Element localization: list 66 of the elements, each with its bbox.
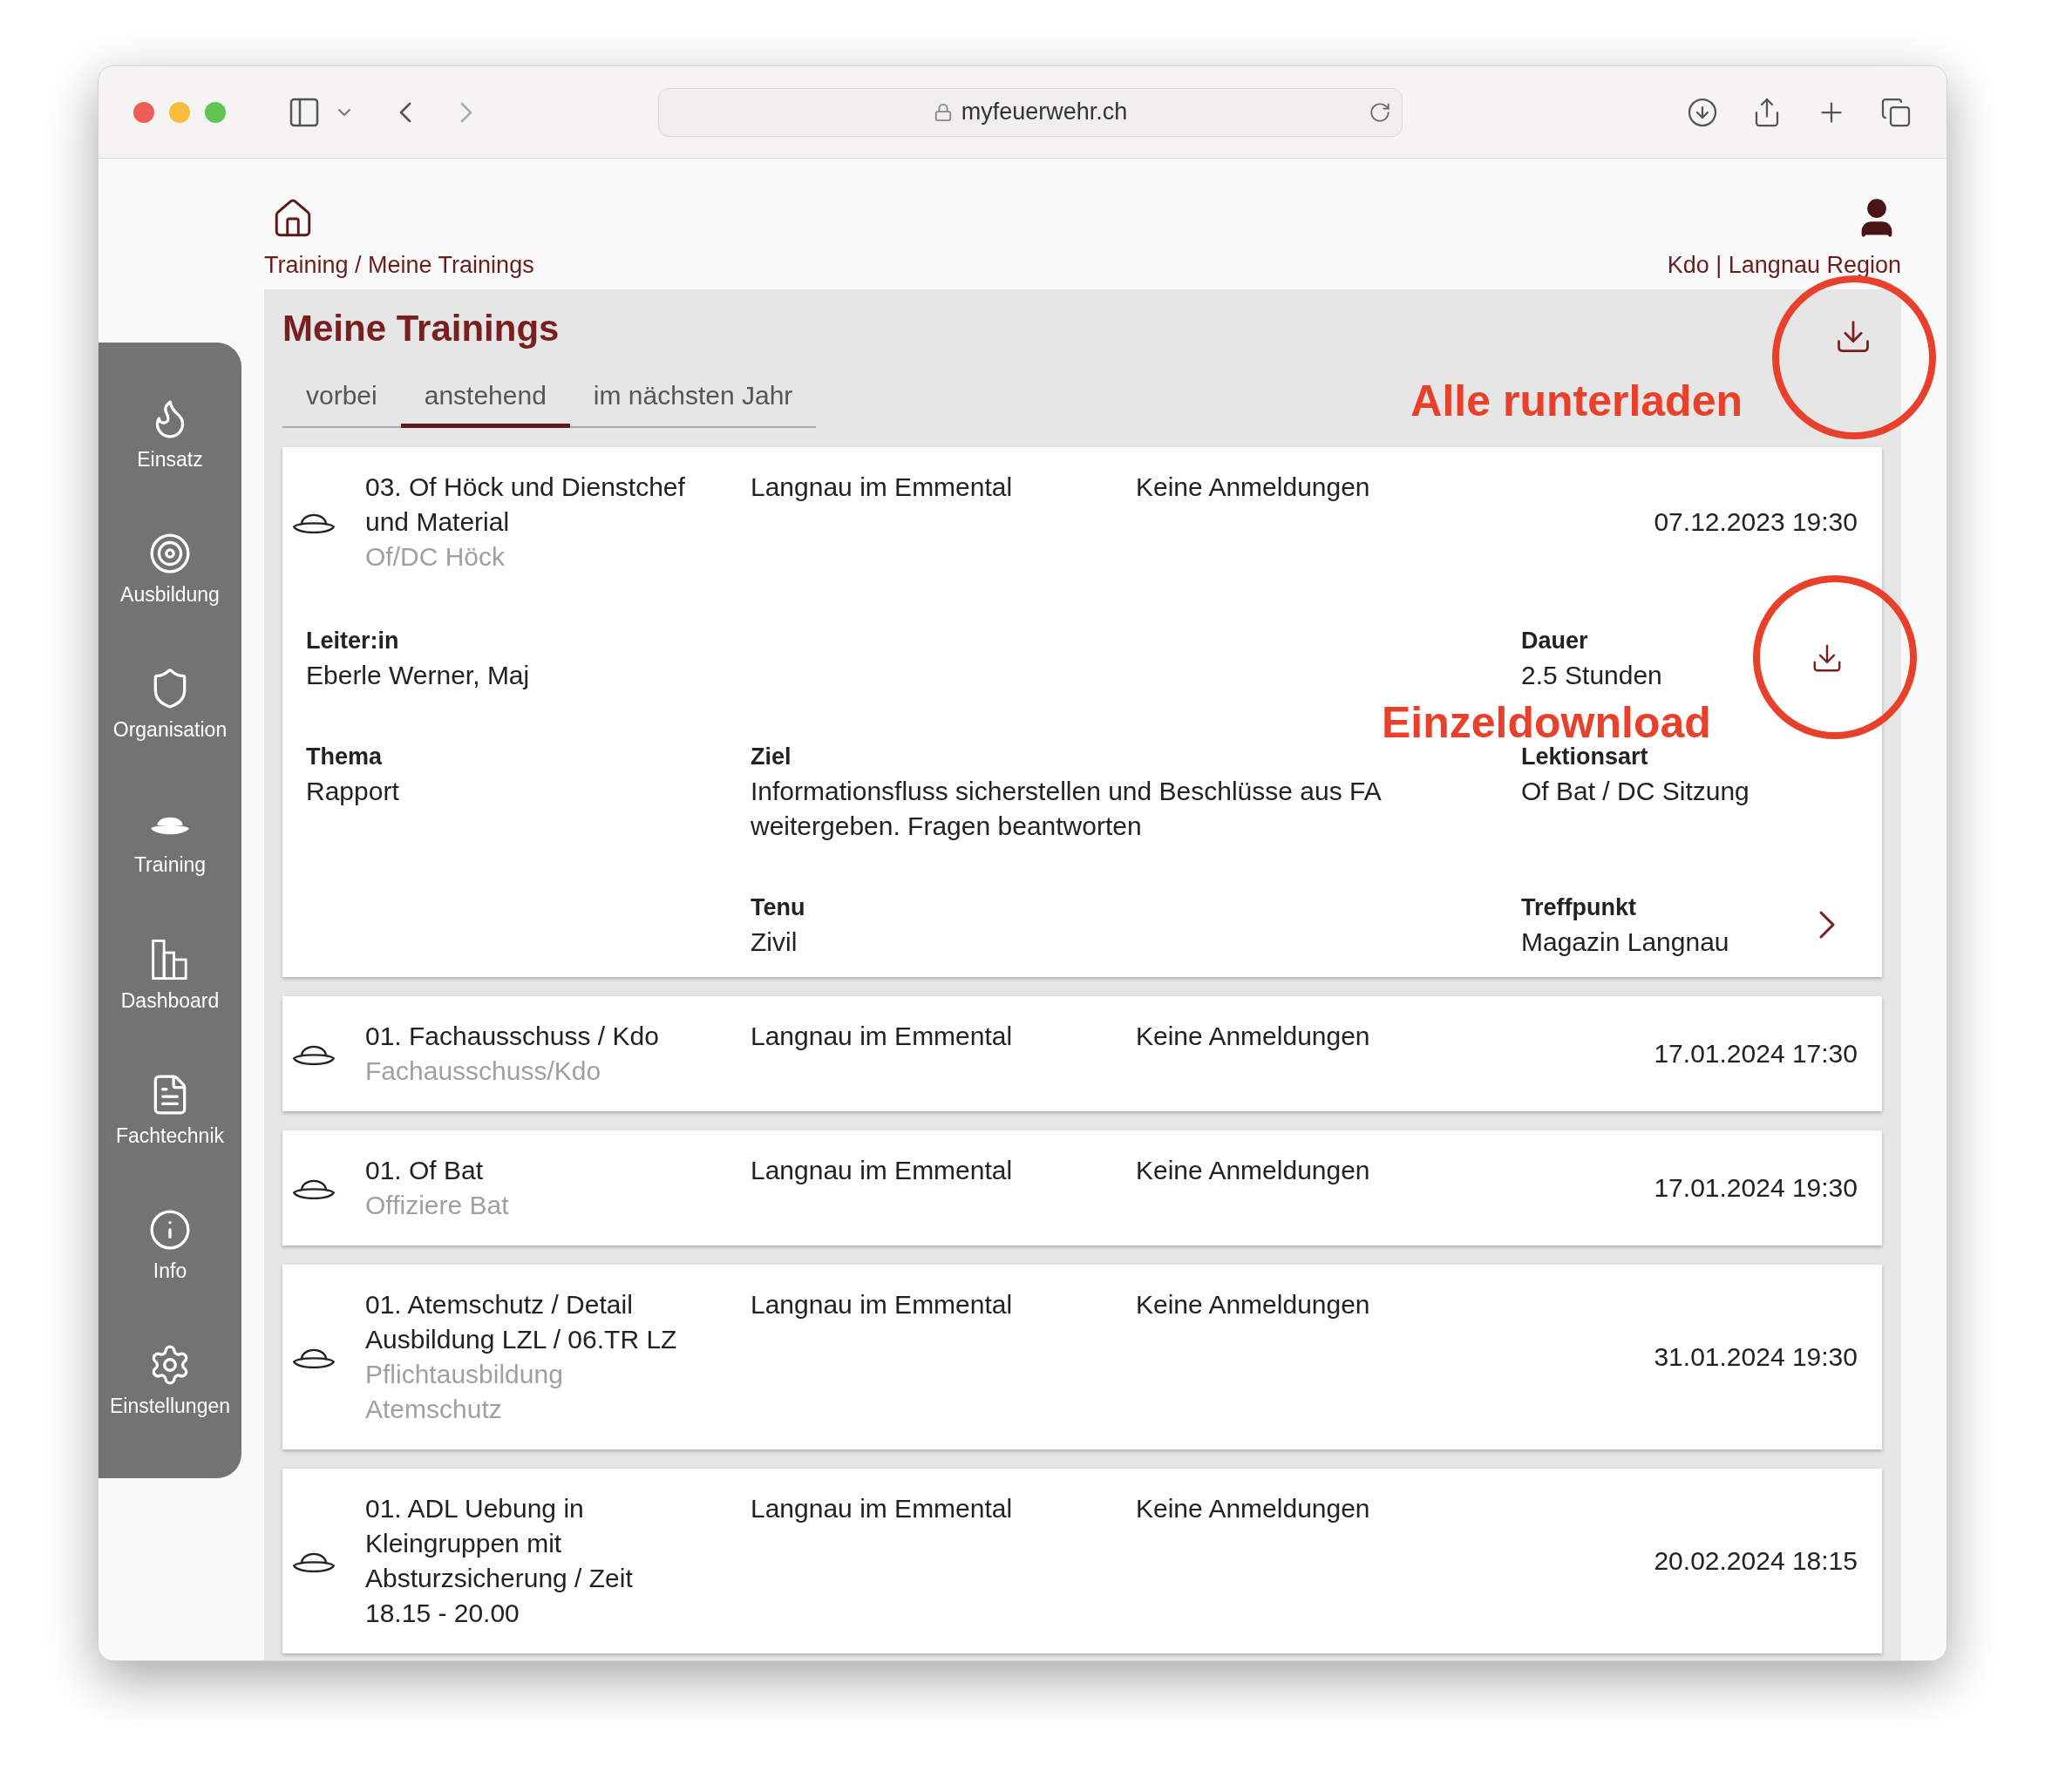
registration-status: Keine Anmeldungen	[1136, 1021, 1371, 1052]
annotation-text: Alle runterladen	[1410, 375, 1743, 427]
training-location: Langnau im Emmental	[751, 1155, 1014, 1186]
tabs-overview-icon[interactable]	[1880, 96, 1912, 128]
registration-status: Keine Anmeldungen	[1136, 1493, 1371, 1524]
sidebar-item[interactable]: Info	[99, 1207, 241, 1343]
field-value: 2.5 Stunden	[1521, 660, 1663, 691]
field-value: Magazin Langnau	[1521, 927, 1730, 958]
field-label: Treffpunkt	[1521, 893, 1637, 922]
download-icon[interactable]	[1687, 96, 1718, 128]
training-subtitle: Pflichtausbildung Atemschutz	[365, 1359, 564, 1425]
field-label: Lektionsart	[1521, 743, 1649, 771]
field-label: Dauer	[1521, 627, 1589, 655]
registration-status: Keine Anmeldungen	[1136, 472, 1371, 503]
field-label: Tenu	[751, 893, 806, 922]
reload-icon[interactable]	[1369, 100, 1391, 124]
training-card[interactable]: 01. Atemschutz / Detail Ausbildung LZL / 06.TR LZ Pflichtausbildung Atemschutz Langnau im Emmental Keine Anmeldungen 31.01.2024 19:30	[282, 1265, 1882, 1449]
sidebar-item[interactable]: Einstellungen	[99, 1342, 241, 1478]
training-location: Langnau im Emmental	[751, 1493, 1014, 1524]
sidebar-item[interactable]: Training	[99, 802, 241, 938]
training-subtitle: Offiziere Bat	[365, 1190, 510, 1221]
field-label: Ziel	[751, 743, 792, 771]
sidebar-item[interactable]: Dashboard	[99, 937, 241, 1073]
training-datetime: 17.01.2024 19:30	[1654, 1172, 1858, 1204]
page-title: Meine Trainings	[282, 306, 560, 350]
training-subtitle: Of/DC Höck	[365, 541, 506, 573]
sidebar-item[interactable]: Einsatz	[99, 397, 241, 533]
training-datetime: 17.01.2024 17:30	[1654, 1038, 1858, 1069]
user-label: Kdo | Langnau Region	[1667, 250, 1901, 280]
training-location: Langnau im Emmental	[751, 472, 1014, 503]
sidebar-item[interactable]: Organisation	[99, 667, 241, 803]
address-bar[interactable]: myfeuerwehr.ch	[658, 87, 1403, 137]
training-card[interactable]: 01. Of Bat Offiziere Bat Langnau im Emmental Keine Anmeldungen 17.01.2024 19:30	[282, 1130, 1882, 1246]
field-value: Zivil	[751, 927, 798, 958]
registration-status: Keine Anmeldungen	[1136, 1289, 1371, 1320]
field-value: Of Bat / DC Sitzung	[1521, 776, 1750, 807]
field-value: Eberle Werner, Maj	[306, 660, 531, 691]
training-title: 01. Atemschutz / Detail Ausbildung LZL / 06.TR LZ	[365, 1289, 678, 1355]
training-datetime: 20.02.2024 18:15	[1654, 1545, 1858, 1577]
field-value: Rapport	[306, 776, 400, 807]
training-location: Langnau im Emmental	[751, 1289, 1014, 1320]
tab[interactable]: vorbei	[282, 367, 401, 428]
training-datetime: 07.12.2023 19:30	[1654, 506, 1858, 538]
close-window-button[interactable]	[133, 101, 154, 123]
training-card[interactable]	[282, 447, 1882, 977]
sidebar-item[interactable]: Ausbildung	[99, 532, 241, 668]
training-title: 01. Fachausschuss / Kdo	[365, 1021, 660, 1052]
field-value: Informationsfluss sicherstellen und Beschlüsse aus FA weitergeben. Fragen beantworten	[751, 776, 1382, 842]
lock-icon	[933, 102, 953, 122]
url-text: myfeuerwehr.ch	[961, 98, 1128, 127]
tab[interactable]: im nächsten Jahr	[569, 367, 817, 428]
training-title: 01. Of Bat	[365, 1155, 485, 1186]
training-location: Langnau im Emmental	[751, 1021, 1014, 1052]
annotation-text: Einzeldownload	[1382, 701, 1711, 744]
training-subtitle: Fachausschuss/Kdo	[365, 1056, 602, 1087]
tab[interactable]: anstehend	[400, 367, 570, 428]
breadcrumb[interactable]: Training / Meine Trainings	[264, 247, 534, 282]
training-title: 03. Of Höck und Dienstchef und Material	[365, 472, 686, 538]
training-datetime: 31.01.2024 19:30	[1654, 1341, 1858, 1373]
training-card[interactable]: 01. Fachausschuss / Kdo Fachausschuss/Kdo Langnau im Emmental Keine Anmeldungen 17.01.2024 17:30	[282, 996, 1882, 1111]
sidebar-item[interactable]: Fachtechnik	[99, 1072, 241, 1208]
registration-status: Keine Anmeldungen	[1136, 1155, 1371, 1186]
field-label: Leiter:in	[306, 627, 400, 655]
field-label: Thema	[306, 743, 384, 771]
training-card[interactable]: 01. ADL Uebung in Kleingruppen mit Absturzsicherung / Zeit 18.15 - 20.00 Langnau im Emmental Keine Anmeldungen 20.02.2024 18:15	[282, 1469, 1882, 1653]
training-title: 01. ADL Uebung in Kleingruppen mit Absturzsicherung / Zeit 18.15 - 20.00	[365, 1493, 634, 1629]
